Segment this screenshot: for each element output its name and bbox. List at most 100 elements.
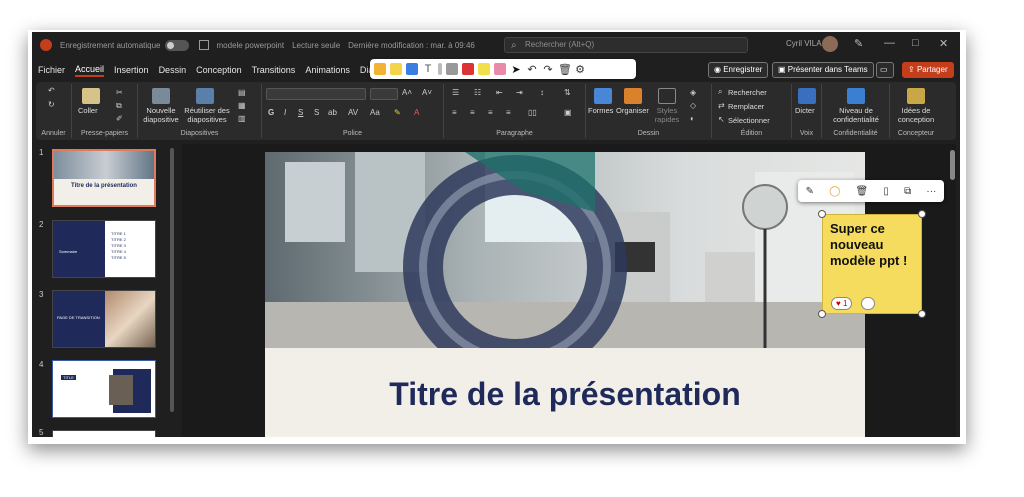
bullets-icon[interactable]: ☰ — [452, 88, 459, 97]
new-slide-label[interactable]: Nouvelle diapositive — [140, 106, 182, 124]
sticky-note-icon[interactable] — [390, 63, 402, 75]
save-icon[interactable] — [198, 40, 209, 50]
microphone-icon[interactable] — [798, 88, 816, 104]
restore-icon[interactable]: □ — [912, 37, 919, 49]
smartart-icon[interactable]: ▣ — [564, 108, 572, 117]
text-direction-icon[interactable]: ⇅ — [564, 88, 571, 97]
italic-icon[interactable]: I — [284, 108, 286, 117]
more-icon[interactable]: ··· — [926, 186, 936, 197]
shape-outline-icon[interactable]: ◇ — [690, 101, 696, 110]
reset-icon[interactable]: ▦ — [238, 101, 246, 110]
undo-icon[interactable]: ↶ — [526, 63, 538, 76]
shrink-font-icon[interactable]: A˅ — [422, 88, 432, 97]
autosave-toggle[interactable] — [164, 39, 189, 51]
save-button[interactable]: ◉ Enregistrer — [708, 62, 769, 78]
highlight-icon[interactable]: ✎ — [394, 108, 401, 117]
tab-animations[interactable]: Animations — [305, 65, 350, 75]
designer-icon[interactable] — [907, 88, 925, 104]
share-button[interactable]: ⇪ Partager — [902, 62, 954, 78]
grow-font-icon[interactable]: A˄ — [402, 88, 412, 97]
add-reaction-icon[interactable] — [861, 297, 875, 310]
increase-indent-icon[interactable]: ⇥ — [516, 88, 523, 97]
canvas-scrollbar[interactable] — [950, 150, 955, 180]
quick-styles-label[interactable]: Styles rapides — [652, 106, 682, 124]
cut-icon[interactable]: ✂ — [116, 88, 123, 97]
find-label[interactable]: Rechercher — [728, 88, 767, 97]
replace-icon[interactable]: ⇄ — [718, 101, 725, 110]
copy-icon[interactable]: ▯ — [883, 186, 889, 197]
font-color-icon[interactable]: A — [414, 108, 419, 117]
slide-thumbnail-4[interactable]: TITLE — [52, 360, 156, 418]
shape-fill-icon[interactable]: ◈ — [690, 88, 696, 97]
paste-icon[interactable] — [82, 88, 100, 104]
dictate-label[interactable]: Dicter — [795, 106, 815, 115]
redo-icon[interactable]: ↻ — [48, 100, 55, 109]
present-teams-button[interactable]: ▣ Présenter dans Teams — [772, 62, 874, 78]
align-right-icon[interactable]: ≡ — [488, 108, 493, 117]
sensitivity-icon[interactable] — [847, 88, 865, 104]
minimize-icon[interactable]: — — [884, 37, 895, 49]
tab-insertion[interactable]: Insertion — [114, 65, 149, 75]
new-slide-icon[interactable] — [152, 88, 170, 104]
replace-label[interactable]: Remplacer — [728, 102, 764, 111]
quick-styles-icon[interactable] — [658, 88, 676, 104]
designer-label[interactable]: Idées de conception — [892, 106, 940, 124]
shapes-icon[interactable] — [594, 88, 612, 104]
shapes-label[interactable]: Formes — [588, 106, 613, 115]
resize-handle[interactable] — [818, 310, 826, 318]
decrease-indent-icon[interactable]: ⇤ — [496, 88, 503, 97]
find-icon[interactable]: ⌕ — [718, 87, 722, 97]
thumbs-up-icon[interactable] — [374, 63, 386, 75]
strikethrough-icon[interactable]: ab — [328, 108, 337, 117]
delete-icon[interactable]: 🗑 — [558, 63, 572, 76]
align-center-icon[interactable]: ≡ — [470, 108, 475, 117]
line-spacing-icon[interactable]: ↕ — [540, 88, 544, 97]
tab-transitions[interactable]: Transitions — [252, 65, 296, 75]
select-label[interactable]: Sélectionner — [728, 116, 770, 125]
layout-icon[interactable]: ▤ — [238, 88, 246, 97]
undo-icon[interactable]: ↶ — [48, 86, 55, 95]
reuse-slides-icon[interactable] — [196, 88, 214, 104]
underline-icon[interactable]: S — [298, 108, 303, 117]
columns-icon[interactable]: ▯▯ — [528, 108, 537, 117]
pen-icon[interactable]: ✎ — [806, 186, 814, 197]
paste-label[interactable]: Coller — [78, 106, 98, 115]
slide-thumbnail-1[interactable]: Titre de la présentation — [52, 149, 156, 207]
justify-icon[interactable]: ≡ — [506, 108, 511, 117]
select-icon[interactable]: ↖ — [718, 115, 725, 124]
comment-button[interactable]: ▭ — [876, 62, 894, 78]
slide-title[interactable]: Titre de la présentation — [265, 376, 865, 413]
format-painter-icon[interactable]: ✐ — [116, 114, 123, 123]
highlighter-icon[interactable] — [478, 63, 490, 75]
sticky-note[interactable]: Super ce nouveau modèle ppt ! ♥ 1 — [818, 210, 926, 318]
slide-thumbnail-5[interactable] — [52, 430, 156, 437]
change-case-icon[interactable]: Aa — [370, 108, 380, 117]
pen-icon[interactable]: ✎ — [854, 37, 863, 50]
pointer-icon[interactable]: ➤ — [510, 63, 522, 76]
resize-handle[interactable] — [918, 210, 926, 218]
resize-handle[interactable] — [918, 310, 926, 318]
delete-icon[interactable]: 🗑 — [856, 186, 869, 197]
sensitivity-label[interactable]: Niveau de confidentialité — [824, 106, 888, 124]
color-icon[interactable]: ◯ — [829, 186, 840, 197]
sticky-note-text[interactable]: Super ce nouveau modèle ppt ! — [830, 221, 922, 269]
font-name-field[interactable] — [266, 88, 366, 100]
duplicate-icon[interactable]: ⧉ — [904, 186, 911, 197]
tab-dessin[interactable]: Dessin — [159, 65, 187, 75]
resize-handle[interactable] — [818, 210, 826, 218]
redo-icon[interactable]: ↷ — [542, 63, 554, 76]
numbering-icon[interactable]: ☷ — [474, 88, 481, 97]
shape-effects-icon[interactable]: ◐ — [690, 114, 695, 123]
tab-conception[interactable]: Conception — [196, 65, 242, 75]
char-spacing-icon[interactable]: AV — [348, 108, 358, 117]
eraser-icon[interactable] — [494, 63, 506, 75]
avatar[interactable] — [822, 36, 838, 52]
pen-red-icon[interactable] — [462, 63, 474, 75]
text-icon[interactable]: T — [422, 63, 434, 75]
heart-reaction[interactable]: ♥ 1 — [831, 297, 853, 310]
shadow-icon[interactable]: S — [314, 108, 319, 117]
settings-icon[interactable]: ⚙ — [574, 63, 586, 76]
tab-accueil[interactable]: Accueil — [75, 64, 105, 77]
search-input[interactable]: ⌕ Rechercher (Alt+Q) — [504, 37, 748, 53]
bold-icon[interactable]: G — [268, 108, 274, 117]
